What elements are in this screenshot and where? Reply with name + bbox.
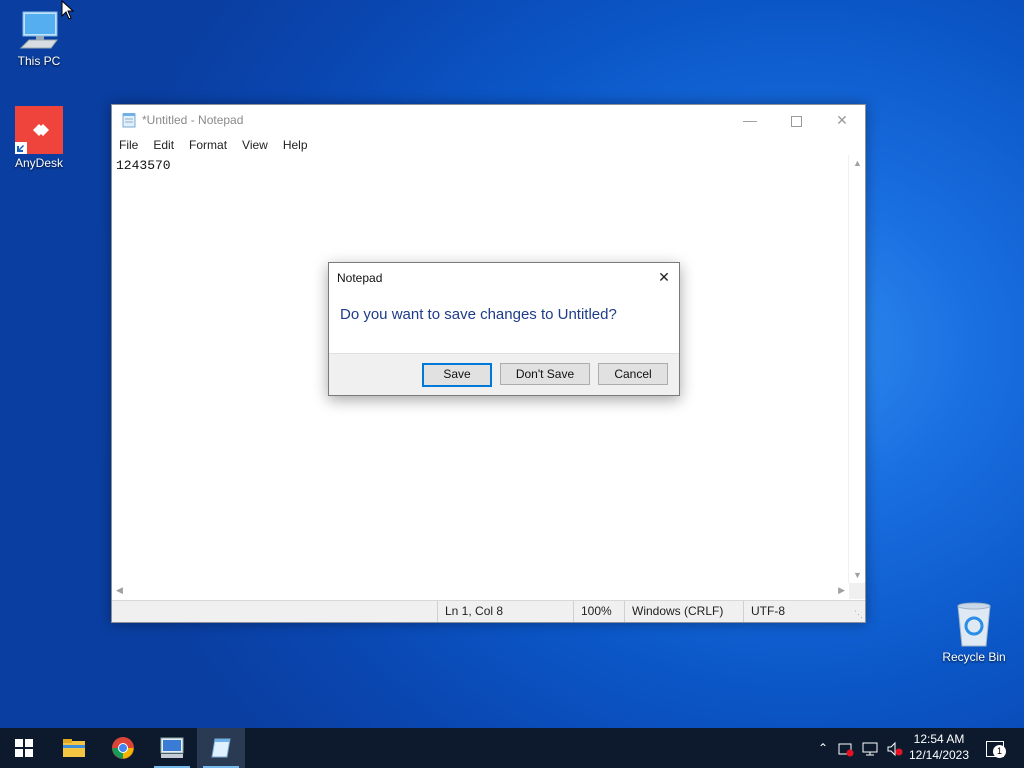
save-button[interactable]: Save bbox=[422, 363, 492, 387]
desktop-icon-label: AnyDesk bbox=[14, 156, 64, 170]
menu-help[interactable]: Help bbox=[276, 135, 316, 152]
vertical-scrollbar[interactable]: ▲ ▼ bbox=[848, 155, 865, 583]
scroll-down-arrow-icon[interactable]: ▼ bbox=[853, 570, 862, 580]
close-icon: ✕ bbox=[658, 269, 670, 285]
file-explorer-icon bbox=[63, 739, 85, 757]
menu-file[interactable]: File bbox=[112, 135, 146, 152]
clock-time: 12:54 AM bbox=[913, 732, 965, 746]
menu-format[interactable]: Format bbox=[182, 135, 235, 152]
notepad-title: *Untitled - Notepad bbox=[142, 113, 244, 127]
anydesk-icon bbox=[15, 106, 63, 154]
maximize-icon bbox=[790, 115, 802, 127]
scroll-up-arrow-icon[interactable]: ▲ bbox=[853, 158, 862, 168]
desktop-icon-recycle-bin[interactable]: Recycle Bin bbox=[936, 602, 1012, 664]
save-changes-dialog[interactable]: Notepad ✕ Do you want to save changes to… bbox=[328, 262, 680, 396]
clock-date: 12/14/2023 bbox=[908, 748, 970, 762]
security-status-icon[interactable] bbox=[836, 728, 856, 768]
taskbar-chrome[interactable] bbox=[99, 728, 147, 768]
dialog-title: Notepad bbox=[337, 271, 383, 285]
minimize-button[interactable]: — bbox=[727, 105, 773, 135]
dialog-close-button[interactable]: ✕ bbox=[649, 263, 679, 291]
desktop-icon-anydesk[interactable]: AnyDesk bbox=[1, 106, 77, 170]
volume-muted-icon[interactable] bbox=[884, 728, 906, 768]
taskbar: ⌃ 12:54 AM 12/14/2023 1 bbox=[0, 728, 1024, 768]
remote-desktop-icon bbox=[160, 737, 184, 758]
network-icon[interactable] bbox=[860, 728, 882, 768]
desktop-icon-label: Recycle Bin bbox=[942, 650, 1006, 664]
mouse-cursor-icon bbox=[61, 0, 75, 23]
status-position: Ln 1, Col 8 bbox=[437, 601, 573, 622]
desktop-icon-label: This PC bbox=[17, 54, 61, 68]
dialog-button-area: Save Don't Save Cancel bbox=[329, 353, 679, 395]
menu-bar: File Edit Format View Help bbox=[112, 135, 865, 155]
recycle-bin-icon bbox=[952, 602, 996, 648]
scrollbar-corner bbox=[849, 583, 865, 599]
notepad-title-bar[interactable]: *Untitled - Notepad — ✕ bbox=[112, 105, 865, 135]
cancel-button[interactable]: Cancel bbox=[598, 363, 668, 385]
taskbar-remote-desktop[interactable] bbox=[148, 728, 196, 768]
dialog-message: Do you want to save changes to Untitled? bbox=[340, 306, 617, 323]
notepad-app-icon bbox=[121, 112, 137, 131]
action-center-button[interactable]: 1 bbox=[980, 728, 1010, 768]
status-zoom: 100% bbox=[573, 601, 623, 622]
status-line-ending: Windows (CRLF) bbox=[624, 601, 742, 622]
show-hidden-icons-button[interactable]: ⌃ bbox=[813, 728, 833, 768]
start-button[interactable] bbox=[0, 728, 48, 768]
maximize-button[interactable] bbox=[773, 105, 819, 135]
notepad-icon bbox=[211, 738, 231, 758]
status-encoding: UTF-8 bbox=[743, 601, 841, 622]
scroll-right-arrow-icon[interactable]: ▶ bbox=[838, 585, 845, 596]
notification-count-badge: 1 bbox=[993, 745, 1006, 758]
taskbar-notepad[interactable] bbox=[197, 728, 245, 768]
close-button[interactable]: ✕ bbox=[819, 105, 865, 135]
resize-grip-icon[interactable]: ⋱ bbox=[854, 609, 863, 620]
status-bar: Ln 1, Col 8 100% Windows (CRLF) UTF-8 ⋱ bbox=[112, 600, 865, 622]
computer-icon bbox=[17, 8, 61, 52]
scroll-left-arrow-icon[interactable]: ◀ bbox=[116, 585, 123, 596]
clock[interactable]: 12:54 AM 12/14/2023 bbox=[906, 731, 972, 763]
taskbar-file-explorer[interactable] bbox=[50, 728, 98, 768]
horizontal-scrollbar[interactable]: ◀ ▶ bbox=[112, 583, 849, 599]
dont-save-button[interactable]: Don't Save bbox=[500, 363, 590, 385]
menu-edit[interactable]: Edit bbox=[146, 135, 182, 152]
text-editor-area[interactable]: 1243570 bbox=[116, 158, 171, 173]
windows-logo-icon bbox=[15, 739, 33, 757]
chrome-icon bbox=[112, 737, 134, 759]
menu-view[interactable]: View bbox=[235, 135, 276, 152]
